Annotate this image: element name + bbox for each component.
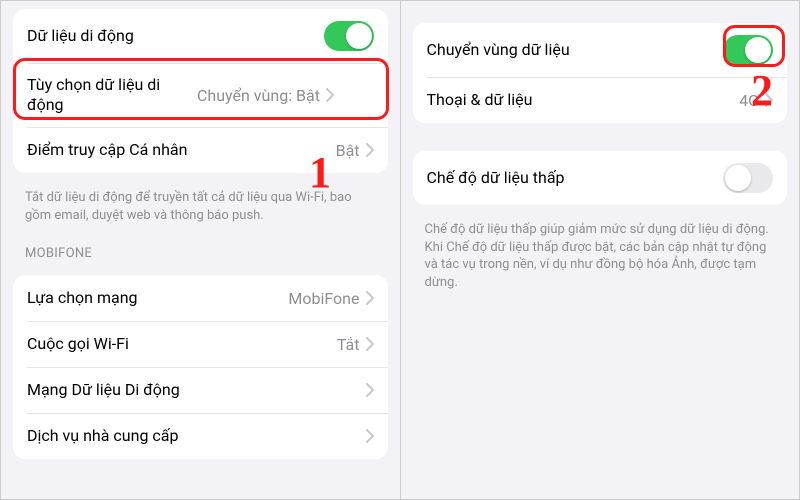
- network-selection-row[interactable]: Lựa chọn mạng MobiFone: [13, 275, 388, 321]
- cellular-options-row[interactable]: Tùy chọn dữ liệu di động Chuyển vùng: Bậ…: [13, 63, 388, 127]
- low-data-mode-label: Chế độ dữ liệu thấp: [427, 168, 724, 188]
- left-pane: Dữ liệu di động Tùy chọn dữ liệu di động…: [1, 1, 401, 499]
- carrier-section-header: MOBIFONE: [1, 234, 400, 265]
- network-selection-value: MobiFone: [288, 289, 359, 308]
- network-selection-label: Lựa chọn mạng: [27, 288, 288, 308]
- cellular-network-row[interactable]: Mạng Dữ liệu Di động: [13, 367, 388, 413]
- cellular-options-value: Chuyển vùng: Bật: [197, 86, 320, 105]
- cellular-data-row[interactable]: Dữ liệu di động: [13, 9, 388, 63]
- data-roaming-row[interactable]: Chuyển vùng dữ liệu: [413, 23, 788, 77]
- low-data-footer-text: Chế độ dữ liệu thấp giúp giảm mức sử dụn…: [401, 215, 800, 301]
- chevron-right-icon: [765, 93, 773, 107]
- chevron-right-icon: [366, 143, 374, 157]
- cellular-data-label: Dữ liệu di động: [27, 26, 324, 46]
- voice-data-row[interactable]: Thoại & dữ liệu 4G: [413, 77, 788, 123]
- wifi-calling-value: Tắt: [337, 335, 360, 354]
- data-roaming-label: Chuyển vùng dữ liệu: [427, 40, 724, 60]
- cellular-footer-text: Tắt dữ liệu di động để truyền tất cả dữ …: [1, 183, 400, 234]
- personal-hotspot-row[interactable]: Điểm truy cập Cá nhân Bật: [13, 127, 388, 173]
- low-data-group: Chế độ dữ liệu thấp: [413, 151, 788, 205]
- roaming-group: Chuyển vùng dữ liệu Thoại & dữ liệu 4G: [413, 23, 788, 123]
- chevron-right-icon: [366, 429, 374, 443]
- personal-hotspot-value: Bật: [336, 141, 360, 160]
- data-roaming-toggle[interactable]: [723, 35, 773, 65]
- carrier-services-label: Dịch vụ nhà cung cấp: [27, 426, 366, 446]
- chevron-right-icon: [366, 291, 374, 305]
- cellular-data-toggle[interactable]: [324, 21, 374, 51]
- carrier-services-row[interactable]: Dịch vụ nhà cung cấp: [13, 413, 388, 459]
- wifi-calling-label: Cuộc gọi Wi-Fi: [27, 334, 337, 354]
- low-data-mode-row[interactable]: Chế độ dữ liệu thấp: [413, 151, 788, 205]
- right-pane: Chuyển vùng dữ liệu Thoại & dữ liệu 4G C…: [401, 1, 800, 499]
- chevron-right-icon: [366, 337, 374, 351]
- cellular-options-label: Tùy chọn dữ liệu di động: [27, 75, 197, 115]
- cellular-group: Dữ liệu di động Tùy chọn dữ liệu di động…: [13, 9, 388, 173]
- low-data-mode-toggle[interactable]: [723, 163, 773, 193]
- voice-data-value: 4G: [739, 91, 759, 110]
- voice-data-label: Thoại & dữ liệu: [427, 90, 740, 110]
- carrier-group: Lựa chọn mạng MobiFone Cuộc gọi Wi-Fi Tắ…: [13, 275, 388, 459]
- cellular-network-label: Mạng Dữ liệu Di động: [27, 380, 366, 400]
- personal-hotspot-label: Điểm truy cập Cá nhân: [27, 140, 336, 160]
- chevron-right-icon: [366, 383, 374, 397]
- wifi-calling-row[interactable]: Cuộc gọi Wi-Fi Tắt: [13, 321, 388, 367]
- chevron-right-icon: [326, 88, 334, 102]
